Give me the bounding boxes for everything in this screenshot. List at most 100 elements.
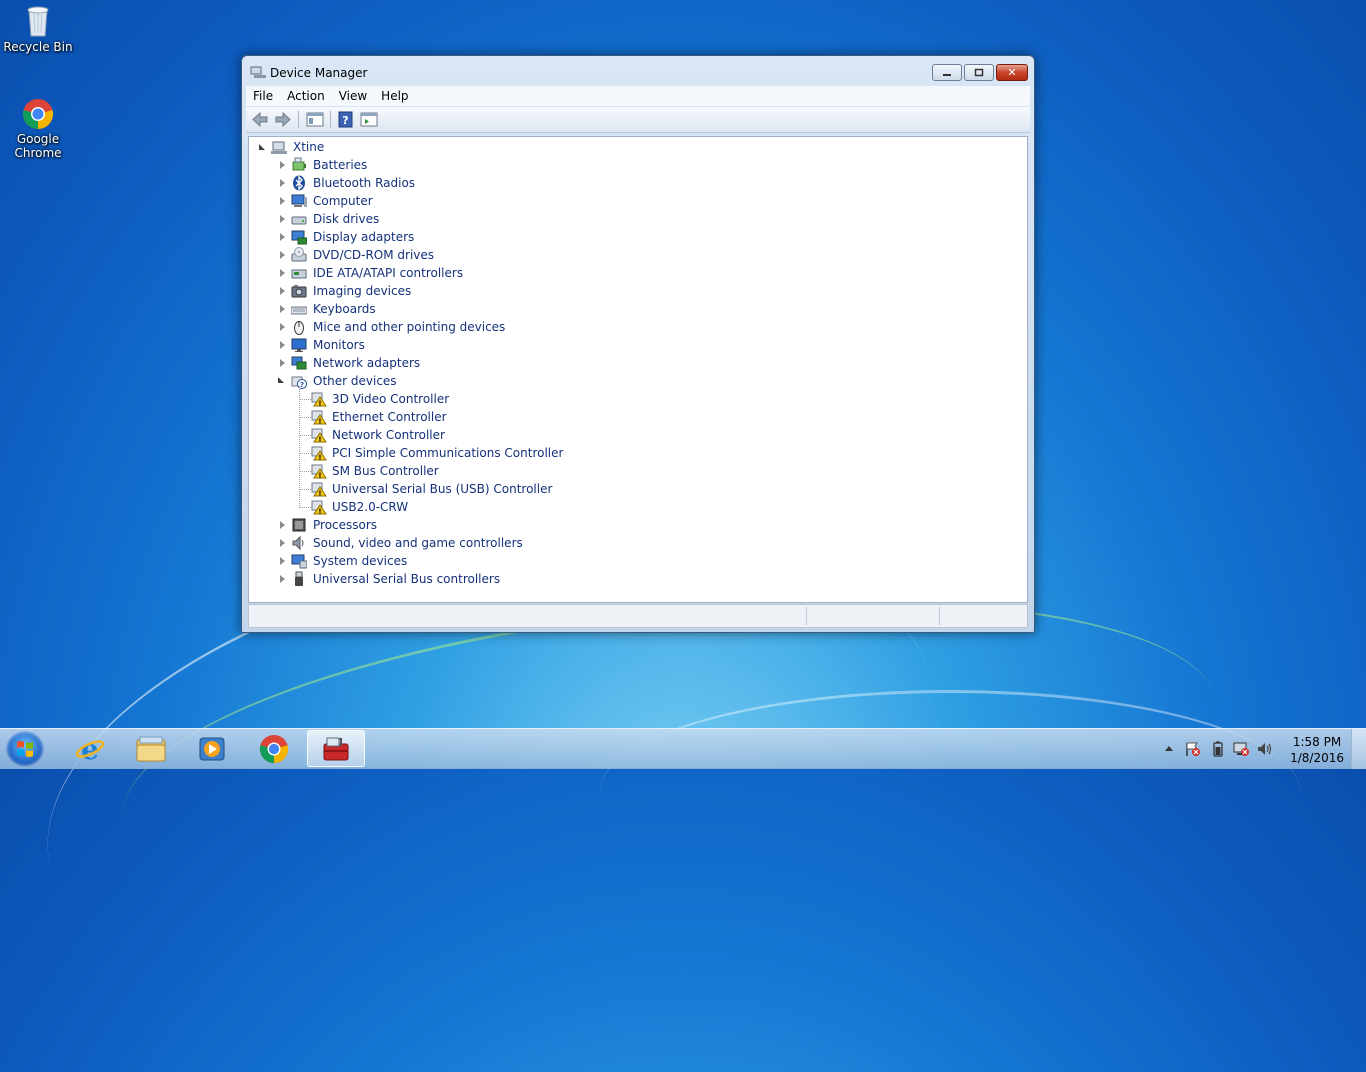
- svg-text:?: ?: [342, 114, 348, 127]
- expand-arrow-icon[interactable]: [280, 251, 285, 259]
- expand-arrow-icon[interactable]: [280, 557, 285, 565]
- chrome-icon: [22, 99, 54, 130]
- expand-arrow-icon[interactable]: [280, 233, 285, 241]
- restore-button[interactable]: [964, 64, 994, 81]
- camera-icon: [291, 285, 307, 298]
- expand-arrow-icon[interactable]: [280, 161, 285, 169]
- expand-arrow-icon[interactable]: [280, 323, 285, 331]
- warning-device-icon: !: [311, 482, 327, 498]
- tree-category-label: Disk drives: [313, 212, 380, 226]
- warning-device-icon: !: [311, 392, 327, 408]
- menu-action[interactable]: Action: [280, 86, 332, 103]
- svg-text:!: !: [318, 400, 321, 408]
- svg-text:!: !: [318, 436, 321, 444]
- title-bar[interactable]: Device Manager ✕: [242, 56, 1034, 86]
- action-pane-icon[interactable]: [360, 111, 378, 128]
- usb-icon: [295, 571, 303, 586]
- help-icon[interactable]: ?: [337, 111, 355, 128]
- warning-device-icon: !: [311, 410, 327, 426]
- tree-category-label: Computer: [313, 194, 373, 208]
- taskbar-internet-explorer[interactable]: e: [61, 730, 119, 767]
- tree-device-label: PCI Simple Communications Controller: [332, 446, 564, 460]
- minimize-icon: [943, 73, 951, 76]
- battery-icon[interactable]: [1212, 741, 1224, 757]
- expand-arrow-icon[interactable]: [280, 305, 285, 313]
- tree-category-label: Display adapters: [313, 230, 415, 244]
- toolbox-icon: [323, 737, 349, 760]
- expand-arrow-icon[interactable]: [280, 341, 285, 349]
- svg-text:e: e: [81, 734, 99, 764]
- taskbar-google-chrome[interactable]: [245, 730, 303, 767]
- svg-text:!: !: [318, 472, 321, 480]
- start-button[interactable]: [6, 731, 44, 767]
- desktop-icon-recycle-bin[interactable]: Recycle Bin: [0, 4, 76, 54]
- taskbar-file-explorer[interactable]: [122, 730, 180, 767]
- device-manager-icon: [250, 66, 266, 78]
- expand-arrow-icon[interactable]: [280, 575, 285, 583]
- back-arrow-icon[interactable]: [251, 111, 269, 128]
- expand-arrow-icon[interactable]: [280, 539, 285, 547]
- chrome-icon: [259, 734, 289, 763]
- close-button[interactable]: ✕: [996, 64, 1028, 81]
- expand-arrow-icon[interactable]: [280, 521, 285, 529]
- mouse-icon: [294, 321, 304, 335]
- show-hide-console-tree-icon[interactable]: [306, 111, 324, 128]
- tree-category-label: Batteries: [313, 158, 368, 172]
- dvd-drive-icon: [291, 247, 307, 262]
- processor-icon: [292, 518, 306, 532]
- menu-help[interactable]: Help: [374, 86, 415, 103]
- tree-device-label: 3D Video Controller: [332, 392, 450, 406]
- monitor-icon: [291, 338, 307, 352]
- desktop-icon-label: Google Chrome: [14, 132, 62, 160]
- taskbar-device-manager[interactable]: [307, 730, 365, 767]
- expand-arrow-icon[interactable]: [280, 215, 285, 223]
- device-tree: Xtine Batteries Bluetooth Radios Computer D…: [248, 136, 1028, 603]
- minimize-button[interactable]: [932, 64, 962, 81]
- battery-icon: [292, 157, 306, 171]
- ide-controller-icon: [291, 269, 307, 279]
- tree-category-label: Bluetooth Radios: [313, 176, 416, 190]
- warning-device-icon: !: [311, 428, 327, 444]
- collapse-arrow-icon[interactable]: [278, 377, 284, 383]
- expand-arrow-icon[interactable]: [280, 287, 285, 295]
- action-center-flag-icon[interactable]: [1184, 741, 1202, 757]
- taskbar: e 1:58 PM 1/8/2016: [0, 728, 1366, 769]
- network-status-icon[interactable]: [1232, 741, 1250, 757]
- tree-category-label: Keyboards: [313, 302, 376, 316]
- taskbar-media-player[interactable]: [183, 730, 241, 767]
- expand-arrow-icon[interactable]: [280, 179, 285, 187]
- speaker-icon: [292, 535, 304, 551]
- tree-device-label: Universal Serial Bus (USB) Controller: [332, 482, 553, 496]
- desktop-icon-label: Recycle Bin: [3, 40, 73, 54]
- forward-arrow-icon[interactable]: [274, 111, 292, 128]
- keyboard-icon: [291, 306, 307, 315]
- tree-category-label: Other devices: [313, 374, 397, 388]
- clock[interactable]: 1:58 PM 1/8/2016: [1290, 734, 1344, 766]
- disk-drive-icon: [291, 216, 307, 225]
- recycle-bin-icon: [27, 6, 49, 37]
- expand-arrow-icon[interactable]: [280, 359, 285, 367]
- svg-text:!: !: [318, 418, 321, 426]
- warning-device-icon: !: [311, 464, 327, 480]
- volume-icon[interactable]: [1256, 741, 1274, 757]
- clock-time: 1:58 PM: [1292, 735, 1342, 749]
- svg-text:!: !: [318, 508, 321, 516]
- svg-text:!: !: [318, 454, 321, 462]
- show-hidden-icons-icon[interactable]: [1164, 744, 1174, 752]
- menu-file[interactable]: File: [246, 86, 280, 103]
- collapse-arrow-icon[interactable]: [259, 144, 265, 150]
- tree-category-label: DVD/CD-ROM drives: [313, 248, 435, 262]
- tree-category-label: Network adapters: [313, 356, 421, 370]
- expand-arrow-icon[interactable]: [280, 197, 285, 205]
- menu-view[interactable]: View: [332, 86, 374, 103]
- tree-device-label: SM Bus Controller: [332, 464, 439, 478]
- network-adapter-icon: [291, 356, 307, 370]
- desktop-icon-google-chrome[interactable]: Google Chrome: [0, 98, 76, 160]
- expand-arrow-icon[interactable]: [280, 269, 285, 277]
- tree-root-label: Xtine: [293, 140, 325, 154]
- tree-device-label: Network Controller: [332, 428, 445, 442]
- toolbar: ?: [246, 107, 1030, 133]
- computer-root-icon: [271, 141, 287, 154]
- show-desktop-button[interactable]: [1351, 729, 1366, 769]
- svg-text:!: !: [318, 490, 321, 498]
